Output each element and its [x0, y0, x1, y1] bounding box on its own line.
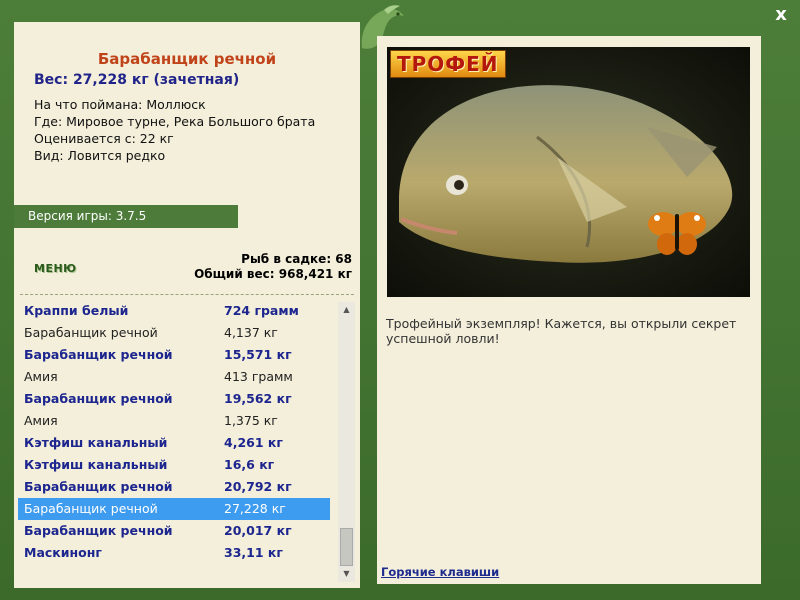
list-item-weight: 20,792 кг	[224, 479, 292, 494]
list-item-name: Кэтфиш канальный	[24, 435, 168, 450]
list-item-weight: 19,562 кг	[224, 391, 292, 406]
value-threshold: Оценивается с: 22 кг	[34, 131, 174, 146]
list-item-weight: 4,137 кг	[224, 325, 278, 340]
list-item[interactable]: Барабанщик речной 19,562 кг	[18, 388, 330, 410]
fish-count: Рыб в садке: 68	[241, 252, 352, 266]
list-item-name: Краппи белый	[24, 303, 129, 318]
trophy-badge: ТРОФЕЙ	[390, 50, 506, 78]
list-item-name: Барабанщик речной	[24, 325, 158, 340]
list-item-name: Кэтфиш канальный	[24, 457, 168, 472]
scroll-up-icon[interactable]: ▲	[338, 302, 355, 318]
list-item-name: Барабанщик речной	[24, 347, 173, 362]
menu-button[interactable]: МЕНЮ	[34, 262, 77, 275]
list-item[interactable]: Барабанщик речной 27,228 кг	[18, 498, 330, 520]
list-item-weight: 724 грамм	[224, 303, 299, 318]
fish-info-panel: Барабанщик речной Вес: 27,228 кг (зачетн…	[14, 22, 360, 588]
list-item-name: Барабанщик речной	[24, 501, 158, 516]
list-item[interactable]: Кэтфиш канальный 4,261 кг	[18, 432, 330, 454]
list-item[interactable]: Кэтфиш канальный 16,6 кг	[18, 454, 330, 476]
trophy-description: Трофейный экземпляр! Кажется, вы открыли…	[386, 316, 737, 346]
fish-title: Барабанщик речной	[97, 50, 277, 68]
list-item-name: Амия	[24, 413, 58, 428]
list-item-name: Барабанщик речной	[24, 391, 173, 406]
fish-kind: Вид: Ловится редко	[34, 148, 166, 163]
list-item-weight: 27,228 кг	[224, 501, 286, 516]
list-item-weight: 15,571 кг	[224, 347, 292, 362]
list-item[interactable]: Барабанщик речной 15,571 кг	[18, 344, 330, 366]
game-version: Версия игры: 3.7.5	[14, 205, 238, 228]
total-weight: Общий вес: 968,421 кг	[194, 267, 352, 281]
list-item[interactable]: Краппи белый 724 грамм	[18, 300, 330, 322]
list-item-weight: 20,017 кг	[224, 523, 292, 538]
list-item-name: Маскинонг	[24, 545, 102, 560]
caught-on: На что поймана: Моллюск	[34, 97, 206, 112]
list-item[interactable]: Барабанщик речной 4,137 кг	[18, 322, 330, 344]
list-item-weight: 33,11 кг	[224, 545, 283, 560]
scroll-thumb[interactable]	[340, 528, 353, 566]
catch-location: Где: Мировое турне, Река Большого брата	[34, 114, 316, 129]
list-item[interactable]: Барабанщик речной 20,017 кг	[18, 520, 330, 542]
fish-details: На что поймана: Моллюск Где: Мировое тур…	[34, 96, 315, 164]
trophy-panel: ТРОФЕЙ Трофейный экземпляр! Кажется, вы …	[377, 36, 761, 584]
fish-photo: ТРОФЕЙ	[387, 47, 750, 297]
list-item[interactable]: Амия 413 грамм	[18, 366, 330, 388]
list-item-weight: 16,6 кг	[224, 457, 275, 472]
list-item-weight: 413 грамм	[224, 369, 293, 384]
close-button[interactable]: x	[770, 4, 792, 26]
list-item-name: Амия	[24, 369, 58, 384]
list-item-weight: 1,375 кг	[224, 413, 278, 428]
list-item[interactable]: Амия 1,375 кг	[18, 410, 330, 432]
list-item-name: Барабанщик речной	[24, 479, 173, 494]
divider	[20, 294, 354, 295]
list-item[interactable]: Маскинонг 33,11 кг	[18, 542, 330, 564]
list-item[interactable]: Барабанщик речной 20,792 кг	[18, 476, 330, 498]
cage-stats: Рыб в садке: 68 Общий вес: 968,421 кг	[194, 252, 352, 282]
list-scrollbar[interactable]: ▲ ▼	[338, 302, 355, 582]
scroll-down-icon[interactable]: ▼	[338, 566, 355, 582]
list-item-name: Барабанщик речной	[24, 523, 173, 538]
list-item-weight: 4,261 кг	[224, 435, 283, 450]
fish-weight: Вес: 27,228 кг (зачетная)	[34, 72, 240, 88]
window-frame: x Барабанщик речной Вес: 27,228 кг (заче…	[0, 0, 800, 600]
hotkeys-link[interactable]: Горячие клавиши	[381, 565, 499, 579]
catch-list: Краппи белый 724 грамм Барабанщик речной 4,…	[18, 300, 330, 564]
